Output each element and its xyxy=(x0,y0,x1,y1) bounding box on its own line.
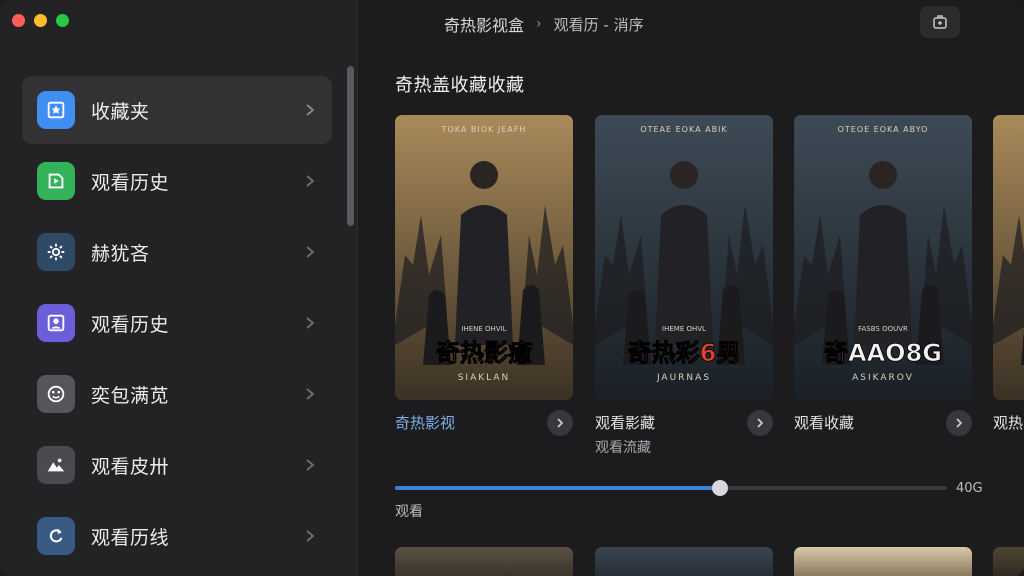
sidebar-item-watch-history[interactable]: 观看历史 xyxy=(22,147,332,215)
poster-top-text: OTEAE EOKA ABIK xyxy=(640,125,727,134)
sidebar-item-tools[interactable]: 观看皮卅 xyxy=(22,431,332,499)
poster-title-label[interactable]: 观热 xyxy=(993,412,1023,433)
sidebar-item-downloads[interactable]: 奕包满苋 xyxy=(22,360,332,428)
window-controls xyxy=(12,14,69,27)
star-folder-icon xyxy=(37,91,75,129)
refresh-icon xyxy=(37,517,75,555)
poster-card[interactable]: 观热 xyxy=(993,115,1024,432)
sidebar-item-label: 奕包满苋 xyxy=(91,384,170,407)
chevron-right-icon xyxy=(306,175,315,187)
sidebar-list: 收藏夹 观看历史 赫犹吝 观看历史 奕包满苋 观看皮卅 观看历线 xyxy=(22,76,332,573)
poster-row: TOKA BIOK JEAFH IHENE OHVIL 奇热影癒 SIAKLAN… xyxy=(395,115,1024,455)
chevron-right-icon xyxy=(306,530,315,542)
sidebar-item-profile[interactable]: 观看历史 xyxy=(22,289,332,357)
sidebar-item-label: 赫犹吝 xyxy=(91,242,150,265)
poster-top-text: OTEOE EOKA ABYO xyxy=(838,125,929,134)
chevron-right-icon xyxy=(306,104,315,116)
open-details-button[interactable] xyxy=(547,410,573,436)
sidebar-item-sync[interactable]: 观看历线 xyxy=(22,502,332,570)
poster-title-label[interactable]: 观看影藏 xyxy=(595,412,655,433)
chevron-right-icon xyxy=(757,418,764,428)
app-window: 收藏夹 观看历史 赫犹吝 观看历史 奕包满苋 观看皮卅 观看历线 奇热影视盒 ›… xyxy=(0,0,1024,576)
open-details-button[interactable] xyxy=(747,410,773,436)
progress-fill xyxy=(395,486,716,490)
sidebar-item-label: 观看历史 xyxy=(91,313,170,336)
poster-card[interactable]: TOKA BIOK JEAFH IHENE OHVIL 奇热影癒 SIAKLAN… xyxy=(395,115,573,436)
poster-tag: IHEME OHVL xyxy=(662,325,706,333)
progress-knob[interactable] xyxy=(712,480,729,496)
share-icon xyxy=(933,15,947,29)
chevron-right-icon xyxy=(557,418,564,428)
poster-subtitle-label: 观看流藏 xyxy=(595,440,651,455)
play-history-icon xyxy=(37,162,75,200)
poster-thumbnail[interactable] xyxy=(395,547,573,576)
poster-thumbnail[interactable] xyxy=(595,547,773,576)
poster-card[interactable]: OTEAE EOKA ABIK IHEME OHVL 奇热彩6男 JAURNAS… xyxy=(595,115,773,455)
poster-thumbnail[interactable] xyxy=(794,547,972,576)
chevron-right-icon xyxy=(306,459,315,471)
share-button[interactable] xyxy=(920,6,960,38)
poster-image[interactable]: OTEOE EOKA ABYO FASBS OOUVR 奇AAO8G ASIKA… xyxy=(794,115,972,400)
sidebar-scrollbar[interactable] xyxy=(347,66,354,226)
poster-image[interactable]: TOKA BIOK JEAFH IHENE OHVIL 奇热影癒 SIAKLAN xyxy=(395,115,573,400)
sidebar-item-settings[interactable]: 赫犹吝 xyxy=(22,218,332,286)
sidebar: 收藏夹 观看历史 赫犹吝 观看历史 奕包满苋 观看皮卅 观看历线 xyxy=(0,0,358,576)
progress-slider[interactable] xyxy=(395,480,947,496)
poster-title-label[interactable]: 奇热影视 xyxy=(395,412,455,433)
sidebar-item-favorites[interactable]: 收藏夹 xyxy=(22,76,332,144)
face-icon xyxy=(37,375,75,413)
breadcrumb-current-page: 观看历 - 消序 xyxy=(553,15,644,34)
poster-top-text: TOKA BIOK JEAFH xyxy=(441,125,527,134)
sidebar-item-label: 观看皮卅 xyxy=(91,455,170,478)
close-window-button[interactable] xyxy=(12,14,25,27)
minimize-window-button[interactable] xyxy=(34,14,47,27)
zoom-window-button[interactable] xyxy=(56,14,69,27)
progress-label: 观看 xyxy=(395,504,423,520)
poster-tag: FASBS OOUVR xyxy=(858,325,908,333)
poster-tag: IHENE OHVIL xyxy=(461,325,506,333)
poster-row-bottom xyxy=(395,547,1024,576)
breadcrumb-app-title[interactable]: 奇热影视盒 xyxy=(444,12,524,36)
poster-title: 奇AAO8G xyxy=(824,339,942,367)
chevron-right-icon xyxy=(306,388,315,400)
poster-subtitle: JAURNAS xyxy=(656,373,711,383)
sidebar-item-label: 观看历线 xyxy=(91,526,170,549)
poster-title: 奇热影癒 xyxy=(436,339,532,367)
poster-thumbnail[interactable] xyxy=(993,547,1024,576)
section-title: 奇热盖收藏收藏 xyxy=(395,75,525,96)
title-bar: 奇热影视盒 › 观看历 - 消序 xyxy=(358,0,1024,48)
profile-icon xyxy=(37,304,75,342)
poster-title-label[interactable]: 观看收藏 xyxy=(794,412,854,433)
poster-subtitle: SIAKLAN xyxy=(458,373,511,383)
poster-subtitle: ASIKAROV xyxy=(852,373,914,383)
chevron-right-icon xyxy=(306,317,315,329)
open-details-button[interactable] xyxy=(946,410,972,436)
poster-image[interactable] xyxy=(993,115,1024,400)
poster-card[interactable]: OTEOE EOKA ABYO FASBS OOUVR 奇AAO8G ASIKA… xyxy=(794,115,972,436)
breadcrumb: 奇热影视盒 › 观看历 - 消序 xyxy=(444,12,644,36)
sidebar-item-label: 观看历史 xyxy=(91,171,170,194)
chevron-right-icon xyxy=(956,418,963,428)
mountain-icon xyxy=(37,446,75,484)
chevron-right-icon xyxy=(306,246,315,258)
progress-value: 40G xyxy=(956,481,983,496)
poster-image[interactable]: OTEAE EOKA ABIK IHEME OHVL 奇热彩6男 JAURNAS xyxy=(595,115,773,400)
breadcrumb-separator: › xyxy=(536,16,542,32)
sidebar-item-label: 收藏夹 xyxy=(91,100,150,123)
poster-title: 奇热彩6男 xyxy=(628,339,741,367)
gear-icon xyxy=(37,233,75,271)
